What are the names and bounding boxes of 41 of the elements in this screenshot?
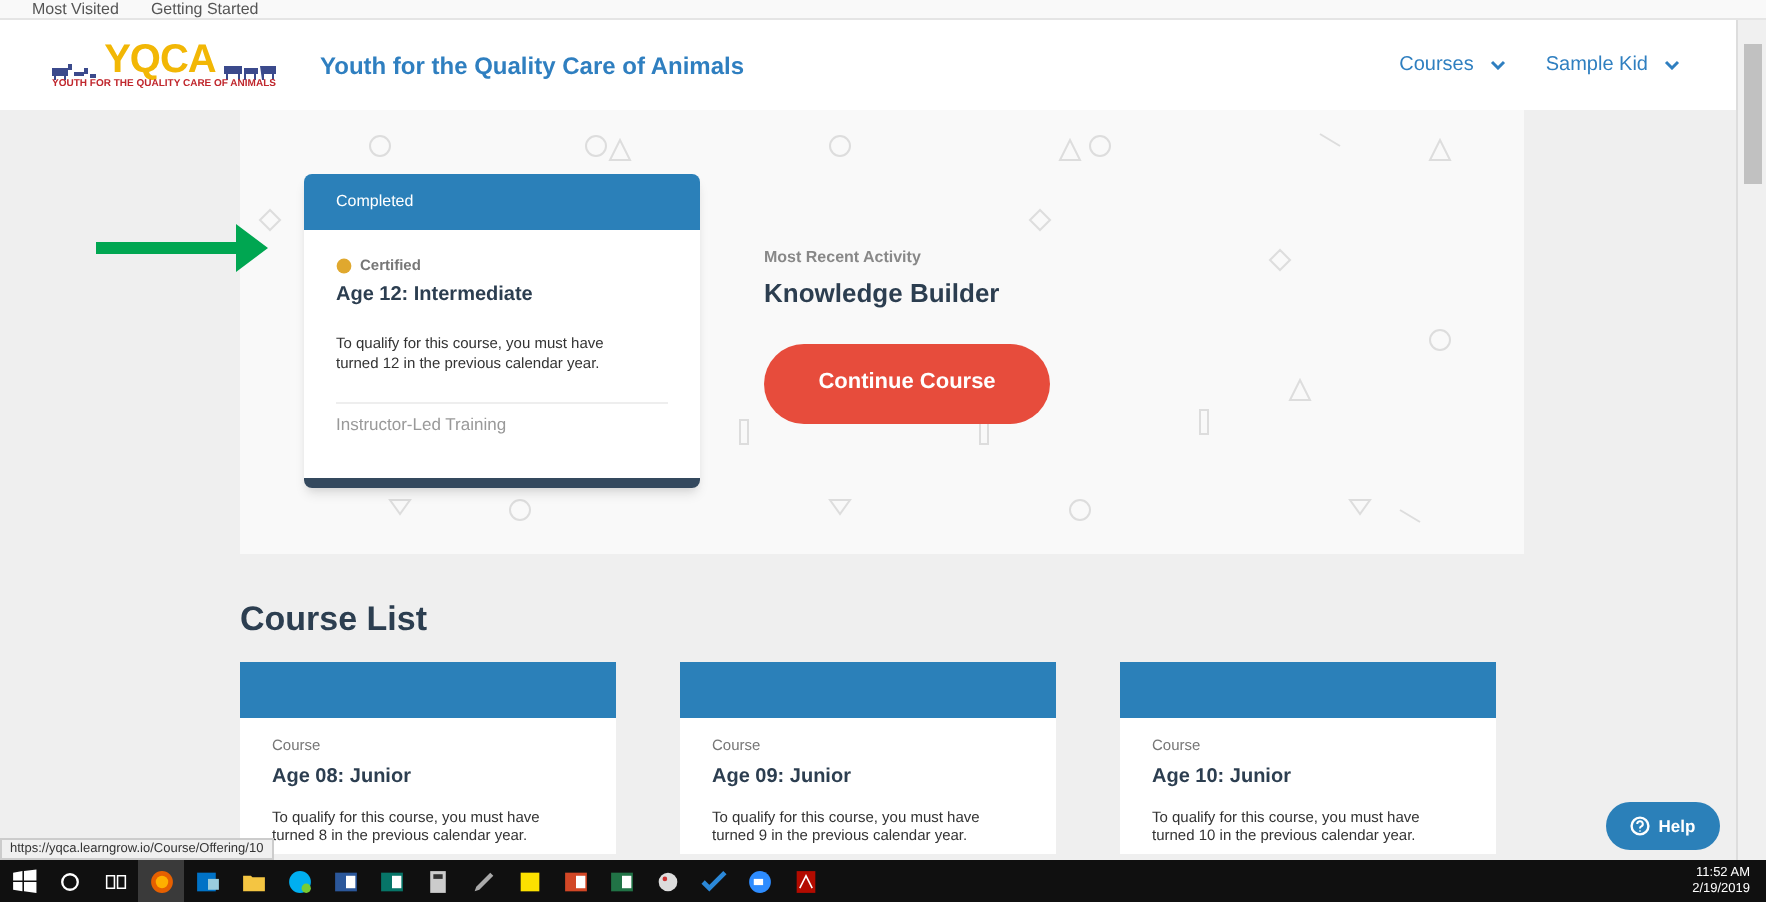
bookmark-link[interactable]: Most Visited (32, 0, 119, 18)
logo-title: YQCA (104, 40, 216, 80)
pdf-app-icon[interactable] (791, 867, 819, 895)
nav-menu[interactable]: Courses (1399, 50, 1506, 80)
course-title: Age 08: Junior (272, 763, 413, 792)
nav-menu[interactable]: Sample Kid (1545, 50, 1680, 80)
animals-icon (52, 60, 97, 80)
bookmark-link[interactable]: Getting Started (150, 0, 259, 18)
video-app-icon[interactable] (745, 867, 773, 895)
chat-app-icon[interactable] (285, 867, 313, 895)
chevron-down-icon (1489, 60, 1506, 70)
activity-label: Most Recent Activity (764, 246, 923, 270)
course-title: Age 10: Junior (1152, 763, 1293, 792)
help-button[interactable]: Help (1606, 802, 1720, 850)
document-app-icon[interactable] (331, 867, 359, 895)
training-type: Instructor-Led Training (336, 412, 509, 439)
search-icon[interactable] (55, 867, 83, 895)
slides-app-icon[interactable] (561, 867, 589, 895)
course-title: Age 09: Junior (712, 763, 853, 792)
course-title: Age 12: Intermediate (336, 282, 535, 311)
help-icon (1630, 816, 1651, 836)
site-title: Youth for the Quality Care of Animals (320, 49, 745, 83)
browser-icon[interactable] (147, 867, 175, 895)
checkmark-icon[interactable] (699, 867, 727, 895)
scrollbar[interactable] (1736, 20, 1766, 860)
pen-icon[interactable] (469, 867, 497, 895)
palette-icon[interactable] (653, 867, 681, 895)
start-icon[interactable] (9, 867, 37, 895)
mail-app-icon[interactable] (193, 867, 221, 895)
activity-title: Knowledge Builder (764, 276, 1002, 312)
sticky-note-icon[interactable] (515, 867, 543, 895)
card-header: Completed (304, 174, 700, 230)
section-heading: Course List (240, 598, 430, 642)
publisher-app-icon[interactable] (377, 867, 405, 895)
continue-course-button[interactable]: Continue Course (764, 343, 1050, 423)
chevron-down-icon (1664, 60, 1680, 70)
arrow-right-icon (96, 224, 268, 272)
scrollbar-thumb[interactable] (1743, 44, 1761, 184)
animals-icon (223, 60, 276, 80)
certified-seal-icon (336, 257, 352, 274)
spreadsheet-app-icon[interactable] (607, 867, 635, 895)
